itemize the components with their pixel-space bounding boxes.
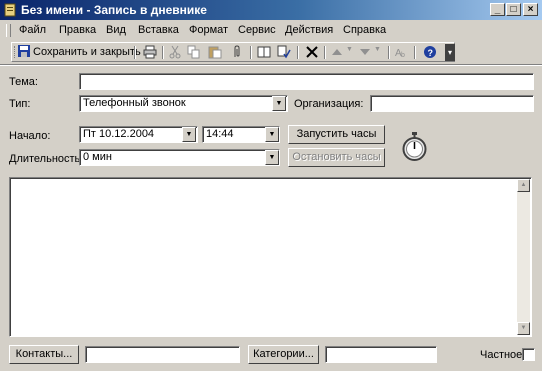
private-checkbox[interactable] [522,348,535,361]
duration-label: Длительность: [9,153,84,165]
toolbar-options-chevron[interactable]: ▾ [445,44,455,61]
divider [0,64,542,66]
chevron-down-icon[interactable]: ▼ [374,46,381,53]
subject-label: Тема: [9,76,38,88]
menu-edit[interactable]: Правка [59,24,96,36]
paste-icon[interactable] [208,45,222,59]
menu-insert[interactable]: Вставка [138,24,179,36]
menu-file[interactable]: Файл [19,24,46,36]
close-button[interactable]: × [523,3,538,16]
up-arrow-icon[interactable] [330,45,344,59]
subject-field[interactable] [79,73,534,90]
toolbar-separator [134,46,136,59]
check-names-icon[interactable] [277,45,291,59]
menu-bar: Файл Правка Вид Вставка Формат Сервис Де… [0,21,542,41]
chevron-down-icon[interactable]: ▼ [182,127,196,142]
menu-view[interactable]: Вид [106,24,126,36]
print-icon[interactable] [143,45,157,59]
stopwatch-icon [402,132,427,161]
attach-icon[interactable] [230,45,244,59]
maximize-button[interactable]: □ [506,3,521,16]
window-title: Без имени - Запись в дневнике [21,3,207,17]
menu-format[interactable]: Формат [189,24,228,36]
save-and-close-button[interactable]: Сохранить и закрыть [33,46,141,58]
type-dropdown[interactable]: Телефонный звонок [79,95,288,112]
standard-toolbar: Сохранить и закрыть ▼ ▼ A b ? [11,42,455,62]
chevron-down-icon[interactable]: ▼ [265,150,279,165]
categories-field[interactable] [325,346,437,363]
chevron-down-icon[interactable]: ▼ [346,46,353,53]
minimize-button[interactable]: _ [490,3,505,16]
address-book-icon[interactable] [257,45,271,59]
toolbar-separator [414,46,416,59]
toolbar-separator [162,46,164,59]
cut-icon[interactable] [168,45,182,59]
delete-icon[interactable] [305,45,319,59]
menu-tools[interactable]: Сервис [238,24,276,36]
chevron-down-icon[interactable]: ▼ [265,127,279,142]
type-label: Тип: [9,98,31,110]
svg-text:?: ? [428,48,434,58]
toolbar-separator [388,46,390,59]
start-timer-button[interactable]: Запустить часы [288,125,385,144]
toolbar-separator [250,46,252,59]
stop-timer-button[interactable]: Остановить часы [288,148,385,167]
toolbar-separator [324,46,326,59]
scroll-down-icon[interactable]: ▼ [517,322,530,335]
start-date-dropdown[interactable]: Пт 10.12.2004 [79,126,198,143]
organization-field[interactable] [370,95,534,112]
duration-dropdown[interactable]: 0 мин [79,149,280,166]
copy-icon[interactable] [187,45,201,59]
menu-actions[interactable]: Действия [285,24,333,36]
notes-textarea[interactable]: ▲ ▼ [9,177,532,337]
journal-icon [4,3,16,17]
contacts-field[interactable] [85,346,240,363]
menu-help[interactable]: Справка [343,24,386,36]
format-icon[interactable]: A b [394,45,408,59]
menu-grip[interactable] [6,24,11,37]
chevron-down-icon[interactable]: ▼ [272,96,286,111]
toolbar-separator [297,46,299,59]
save-icon [18,45,30,57]
down-arrow-icon[interactable] [358,45,372,59]
start-label: Начало: [9,130,51,142]
svg-text:b: b [401,52,405,59]
help-icon[interactable]: ? [423,45,437,59]
title-bar[interactable]: Без имени - Запись в дневнике _ □ × [0,0,542,20]
categories-button[interactable]: Категории... [248,345,319,364]
private-label: Частное [480,349,523,361]
journal-entry-window: Без имени - Запись в дневнике _ □ × Файл… [0,0,542,371]
organization-label: Организация: [294,98,364,110]
vertical-scrollbar[interactable]: ▲ ▼ [517,179,530,335]
contacts-button[interactable]: Контакты... [9,345,79,364]
scroll-up-icon[interactable]: ▲ [517,179,530,192]
